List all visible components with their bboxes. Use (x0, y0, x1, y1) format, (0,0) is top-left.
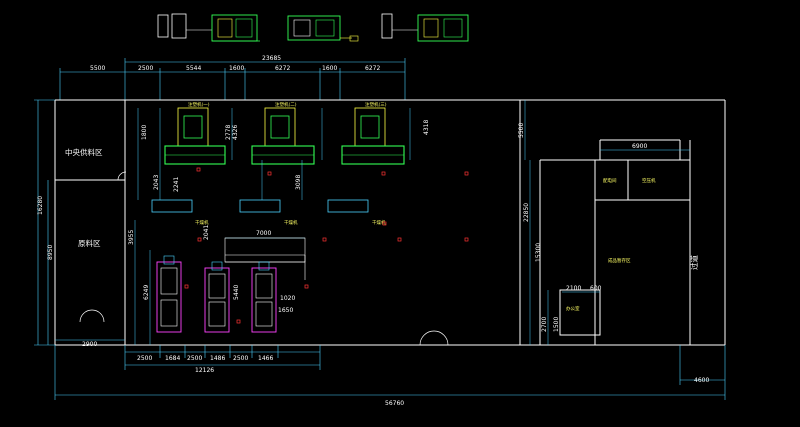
left-dimension-lines (34, 99, 55, 346)
machine-label-2: 注塑机(二) (275, 101, 297, 108)
elevation-thumbnails (157, 13, 469, 42)
dim-v-g: 2041 (203, 225, 210, 240)
dim-v-e: 2043 (153, 175, 160, 190)
dim-v-d: 3098 (295, 175, 302, 190)
dim-bottom-seg-1: 2500 (137, 355, 152, 362)
lower-machine-3 (251, 261, 277, 333)
dim-bottom-seg-3: 2500 (187, 355, 202, 362)
zone-label-right-side: 过道 (689, 255, 699, 270)
dim-v-b: 4326 (232, 125, 239, 140)
dim-top-seg-6: 6272 (365, 65, 380, 72)
elevation-view-1 (157, 13, 260, 42)
room-label-big: 成品暂存区 (608, 257, 631, 264)
aux-label-2: 干燥机 (284, 219, 298, 226)
dim-right-small-4: 1500 (553, 317, 560, 332)
dim-v-j: 5440 (233, 285, 240, 300)
dim-h-center: 7000 (256, 230, 271, 237)
dim-v-l: 1020 (280, 295, 295, 302)
dim-bottom-seg-6: 1466 (258, 355, 273, 362)
dim-bottom-group-total: 12126 (195, 367, 214, 374)
dim-top-seg-3: 1600 (229, 65, 244, 72)
floor-plan-svg: 23685 5500 2500 5544 1600 6272 1600 6272 (34, 13, 726, 407)
lower-machine-1 (156, 255, 182, 333)
elevation-view-2 (287, 15, 359, 42)
dim-top-left-outer: 5500 (90, 65, 105, 72)
dim-bottom-seg-2: 1684 (165, 355, 180, 362)
room-label-small: 办公室 (566, 305, 580, 312)
dim-v-f: 2241 (173, 177, 180, 192)
dim-left-total: 16280 (37, 196, 44, 215)
machine-group-3 (327, 107, 405, 213)
cad-drawing-canvas: 23685 5500 2500 5544 1600 6272 1600 6272 (0, 0, 800, 427)
dim-right-small-3: 2700 (541, 317, 548, 332)
zone-label-raw-material: 原料区 (78, 238, 101, 248)
dim-top-seg-1: 2500 (138, 65, 153, 72)
dim-bottom-seg-5: 2500 (233, 355, 248, 362)
machine-label-3: 注塑机(三) (365, 101, 387, 108)
dim-bottom-overall: 56760 (385, 400, 404, 407)
dim-right-room-w: 6900 (632, 143, 647, 150)
dim-v-i: 6249 (143, 285, 150, 300)
dim-right-small-1: 2100 (566, 285, 581, 292)
dim-v-a: 2778 (225, 125, 232, 140)
dim-right-mid2: 15300 (535, 243, 542, 262)
machine-label-1: 注塑机(一) (188, 101, 210, 108)
dim-v-m: 1800 (141, 125, 148, 140)
lower-machine-2 (204, 261, 230, 333)
dim-right-mid: 22850 (523, 203, 530, 222)
dim-bottom-seg-4: 1486 (210, 355, 225, 362)
inner-dimension-lines (134, 100, 690, 345)
dim-bottom-left-small: 2900 (82, 341, 97, 348)
elevation-view-3 (381, 13, 469, 42)
machine-group-2 (239, 107, 315, 213)
machine-group-1 (151, 107, 226, 213)
bottom-dimension-lines (54, 339, 726, 400)
dim-right-top: 5500 (518, 123, 525, 138)
red-markers (184, 167, 469, 324)
room-label-b: 空压机 (642, 177, 656, 184)
dim-v-h: 3955 (128, 230, 135, 245)
zone-label-central-feed: 中央供料区 (65, 147, 103, 157)
dim-v-k: 1650 (278, 307, 293, 314)
building-walls (54, 99, 726, 346)
dim-right-small-2: 600 (590, 285, 602, 292)
dim-v-c: 4318 (423, 120, 430, 135)
dim-top-seg-5: 1600 (322, 65, 337, 72)
dim-bottom-right-small: 4600 (694, 377, 709, 384)
dim-top-total: 23685 (262, 55, 281, 62)
dim-top-seg-4: 6272 (275, 65, 290, 72)
dim-left-lower: 8950 (47, 245, 54, 260)
room-label-a: 配电间 (603, 177, 617, 184)
dim-top-seg-2: 5544 (186, 65, 201, 72)
